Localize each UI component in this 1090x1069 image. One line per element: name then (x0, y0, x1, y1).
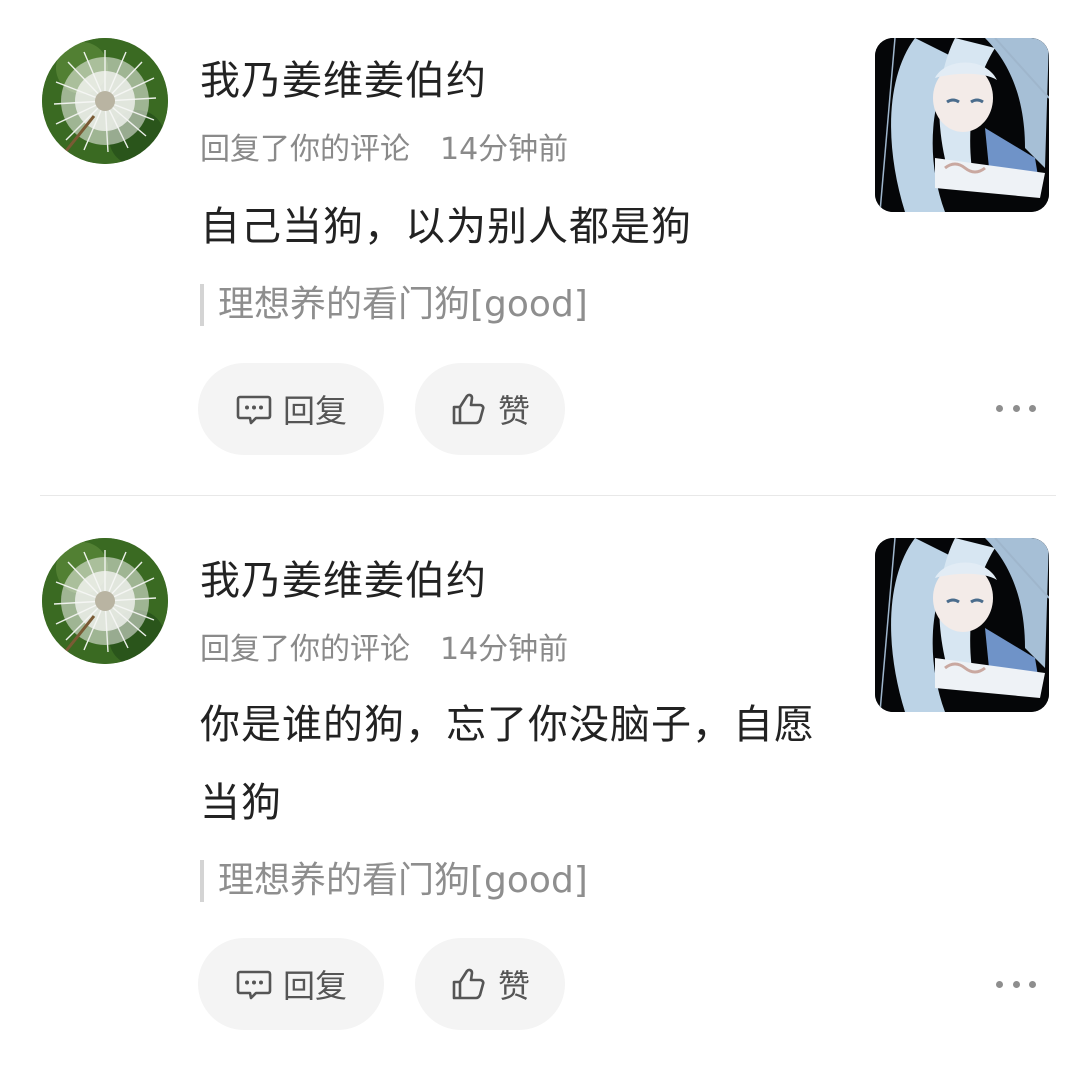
divider (40, 495, 1056, 496)
anime-girl-icon (875, 38, 1049, 212)
comment-text: 你是谁的狗，忘了你没脑子，自愿当狗 (200, 702, 815, 826)
quoted-comment[interactable]: 理想养的看门狗[good] (200, 860, 588, 902)
comment-bubble-icon (236, 395, 272, 425)
anime-girl-thumbnail[interactable] (875, 38, 1049, 212)
thumbs-up-icon (452, 968, 485, 1000)
anime-girl-icon (875, 538, 1049, 712)
comment-meta: 回复了你的评论 14分钟前 (200, 624, 568, 668)
comment-text: 自己当狗，以为别人都是狗 (200, 204, 692, 250)
reply-label: 回复 (282, 967, 347, 1005)
comment-time: 14分钟前 (440, 632, 569, 667)
like-button[interactable]: 赞 (415, 938, 565, 1030)
comment-meta: 回复了你的评论 14分钟前 (200, 124, 568, 168)
avatar[interactable] (42, 38, 168, 164)
comment-bubble-icon (236, 970, 272, 1000)
avatar[interactable] (42, 538, 168, 664)
like-label: 赞 (497, 967, 530, 1005)
reply-label: 回复 (282, 392, 347, 430)
comment-username[interactable]: 我乃姜维姜伯约 (200, 548, 487, 606)
more-dots-icon[interactable] (996, 974, 1036, 994)
quoted-comment[interactable]: 理想养的看门狗[good] (200, 284, 588, 326)
reply-button[interactable]: 回复 (198, 363, 384, 455)
comment-username[interactable]: 我乃姜维姜伯约 (200, 48, 487, 106)
comment-time: 14分钟前 (440, 132, 569, 167)
dandelion-icon (42, 38, 168, 164)
like-label: 赞 (497, 392, 530, 430)
comment-action: 回复了你的评论 (200, 132, 410, 167)
anime-girl-thumbnail[interactable] (875, 538, 1049, 712)
reply-button[interactable]: 回复 (198, 938, 384, 1030)
dandelion-icon (42, 538, 168, 664)
more-dots-icon[interactable] (996, 398, 1036, 418)
comment-action: 回复了你的评论 (200, 632, 410, 667)
thumbs-up-icon (452, 393, 485, 425)
like-button[interactable]: 赞 (415, 363, 565, 455)
